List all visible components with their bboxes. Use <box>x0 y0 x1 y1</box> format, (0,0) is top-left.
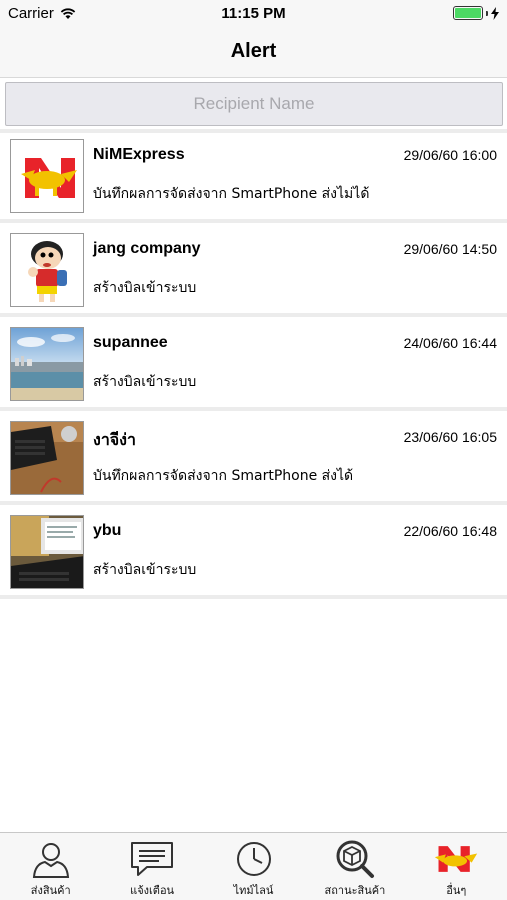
tab-label: อื่นๆ <box>446 884 467 897</box>
tab-send-goods[interactable]: ส่งสินค้า <box>0 833 101 900</box>
alert-date: 24/06/60 16:44 <box>403 335 497 351</box>
alert-sender-name: supannee <box>93 334 168 351</box>
alert-row[interactable]: jang company 29/06/60 14:50 สร้างบิลเข้า… <box>0 223 507 317</box>
alert-sender-name: งาจีง่า <box>93 432 136 449</box>
tab-label: ส่งสินค้า <box>30 884 71 897</box>
alert-date: 29/06/60 16:00 <box>403 147 497 163</box>
alert-sender-name: jang company <box>93 240 201 257</box>
search-bar <box>0 79 507 129</box>
nim-logo-icon <box>433 839 479 879</box>
alert-row[interactable]: NiMExpress 29/06/60 16:00 บันทึกผลการจัด… <box>0 133 507 223</box>
tab-label: แจ้งเตือน <box>130 884 175 897</box>
tab-timeline[interactable]: ไทม์ไลน์ <box>203 833 304 900</box>
alert-row[interactable]: งาจีง่า 23/06/60 16:05 บันทึกผลการจัดส่ง… <box>0 411 507 505</box>
clock-icon <box>231 839 277 879</box>
battery-group <box>453 6 499 20</box>
message-icon <box>129 839 175 879</box>
cartoon-boy-thumbnail <box>10 233 84 307</box>
alert-date: 22/06/60 16:48 <box>403 523 497 539</box>
alert-message: บันทึกผลการจัดส่งจาก SmartPhone ส่งได้ <box>93 468 354 484</box>
tab-label: ไทม์ไลน์ <box>233 884 274 897</box>
recipient-search-input[interactable] <box>5 82 503 126</box>
alert-message: สร้างบิลเข้าระบบ <box>93 562 197 578</box>
desk-photo-thumbnail <box>10 515 84 589</box>
nim-logo-thumbnail <box>10 139 84 213</box>
status-time: 11:15 PM <box>221 5 286 22</box>
beach-photo-thumbnail <box>10 327 84 401</box>
page-title: Alert <box>230 40 277 62</box>
laptop-photo-thumbnail <box>10 421 84 495</box>
alert-message: บันทึกผลการจัดส่งจาก SmartPhone ส่งไม่ได… <box>93 186 370 202</box>
tab-bar: ส่งสินค้า แจ้งเตือน ไทม์ไลน์ สถานะสินค้า… <box>0 832 507 900</box>
tab-more[interactable]: อื่นๆ <box>406 833 507 900</box>
package-search-icon <box>332 839 378 879</box>
tab-package-status[interactable]: สถานะสินค้า <box>304 833 405 900</box>
alert-row[interactable]: ybu 22/06/60 16:48 สร้างบิลเข้าระบบ <box>0 505 507 599</box>
battery-icon <box>453 6 483 20</box>
alert-list: NiMExpress 29/06/60 16:00 บันทึกผลการจัด… <box>0 133 507 599</box>
navigation-bar: Alert <box>0 28 507 78</box>
alert-date: 23/06/60 16:05 <box>403 429 497 445</box>
alert-message: สร้างบิลเข้าระบบ <box>93 280 197 296</box>
battery-tip <box>486 10 488 16</box>
tab-alerts[interactable]: แจ้งเตือน <box>101 833 202 900</box>
status-bar: Carrier 11:15 PM <box>0 0 507 28</box>
alert-sender-name: ybu <box>93 522 122 539</box>
charging-bolt-icon <box>491 6 499 20</box>
alert-row[interactable]: supannee 24/06/60 16:44 สร้างบิลเข้าระบบ <box>0 317 507 411</box>
alert-date: 29/06/60 14:50 <box>403 241 497 257</box>
alert-message: สร้างบิลเข้าระบบ <box>93 374 197 390</box>
tab-label: สถานะสินค้า <box>324 884 386 897</box>
alert-sender-name: NiMExpress <box>93 146 185 163</box>
person-icon <box>28 839 74 879</box>
